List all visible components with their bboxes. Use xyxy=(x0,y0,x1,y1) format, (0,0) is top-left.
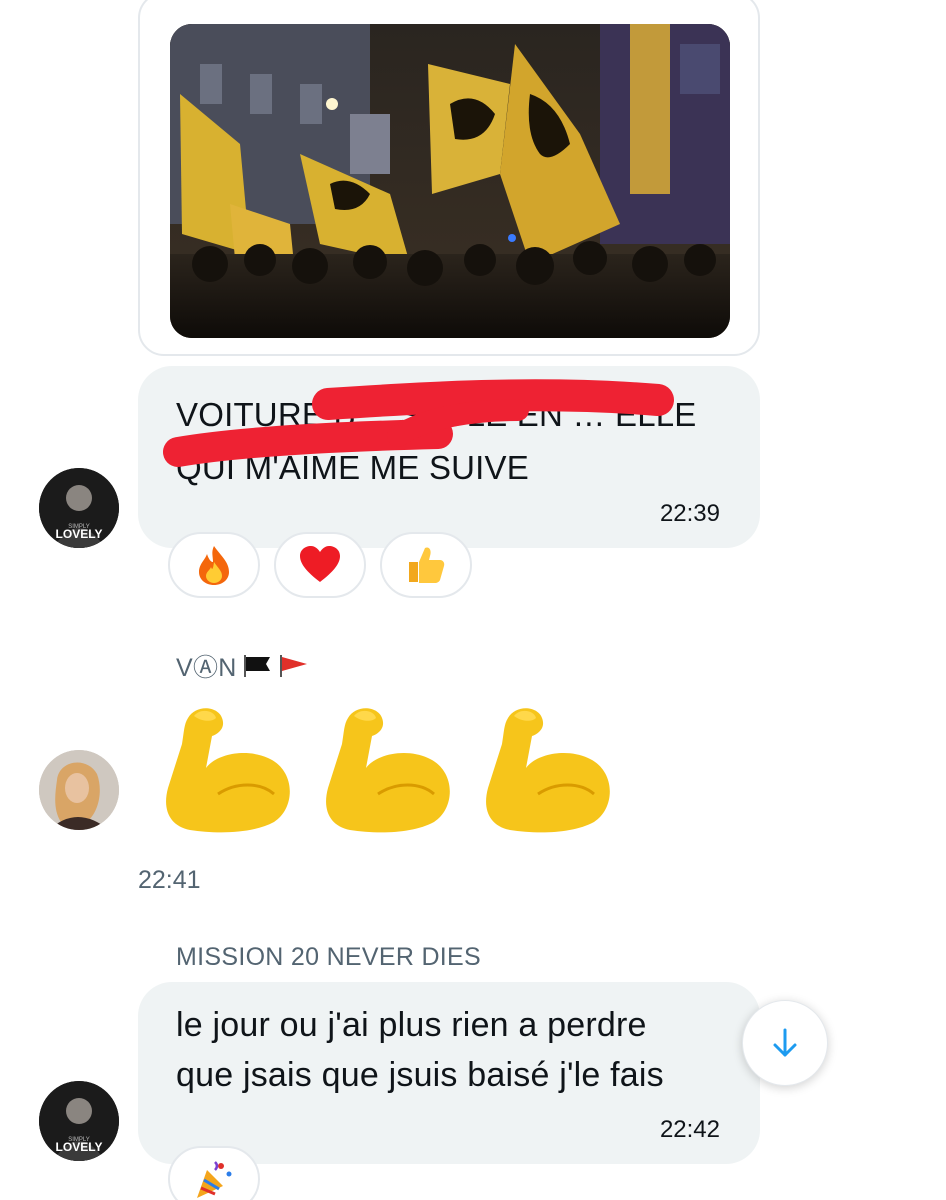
sender-name-text: VⒶN xyxy=(176,654,237,682)
avatar-simply-lovely[interactable]: LOVELY SIMPLY xyxy=(39,468,119,548)
emoji-message[interactable] xyxy=(156,698,626,848)
reaction-heart[interactable] xyxy=(274,532,366,598)
avatar-image: LOVELY SIMPLY xyxy=(39,1081,119,1161)
red-flag-icon xyxy=(279,655,307,677)
message-bubble[interactable]: VOITURE B… SEULE EN … ELLE QUI M'AIME ME… xyxy=(138,366,760,548)
message-timestamp: 22:42 xyxy=(659,1116,720,1143)
media-thumbnail[interactable] xyxy=(170,24,730,338)
party-popper-icon xyxy=(197,1161,232,1198)
reaction-thumbs-up[interactable] xyxy=(380,532,472,598)
svg-text:SIMPLY: SIMPLY xyxy=(68,524,90,530)
sender-name[interactable]: VⒶN xyxy=(176,648,309,684)
message-bubble[interactable]: le jour ou j'ai plus rien a perdre que j… xyxy=(138,982,760,1164)
message-text-line: le jour ou j'ai plus rien a perdre xyxy=(176,1006,647,1044)
message-timestamp: 22:41 xyxy=(138,866,201,894)
message-text-line: que jsais que jsuis baisé j'le fais xyxy=(176,1056,664,1094)
flexed-biceps-icon xyxy=(166,708,290,833)
thumbs-up-icon xyxy=(409,547,445,583)
avatar-image: LOVELY SIMPLY xyxy=(39,468,119,548)
avatar-von[interactable] xyxy=(39,750,119,830)
flexed-biceps-icon xyxy=(326,708,450,833)
reaction-row xyxy=(168,532,472,598)
reaction-party-popper[interactable] xyxy=(168,1146,260,1200)
red-heart-icon xyxy=(300,546,340,582)
reaction-fire[interactable] xyxy=(168,532,260,598)
svg-text:SIMPLY: SIMPLY xyxy=(68,1137,90,1143)
scroll-to-bottom-button[interactable] xyxy=(742,1000,828,1086)
arrow-down-icon xyxy=(773,1028,797,1057)
avatar-simply-lovely[interactable]: LOVELY SIMPLY xyxy=(39,1081,119,1161)
fire-icon xyxy=(199,546,229,585)
avatar-image xyxy=(39,750,119,830)
crowd-with-flags-image xyxy=(170,24,730,338)
message-text: VOITURE B… SEULE EN … ELLE QUI M'AIME ME… xyxy=(176,396,697,486)
media-attachment-card[interactable] xyxy=(138,0,760,356)
message-timestamp: 22:39 xyxy=(659,500,720,527)
flexed-biceps-icon xyxy=(486,708,610,833)
black-flag-icon xyxy=(243,655,270,677)
sender-name[interactable]: MISSION 20 NEVER DIES xyxy=(176,943,481,972)
message-text: le jour ou j'ai plus rien a perdre que j… xyxy=(176,1000,736,1100)
